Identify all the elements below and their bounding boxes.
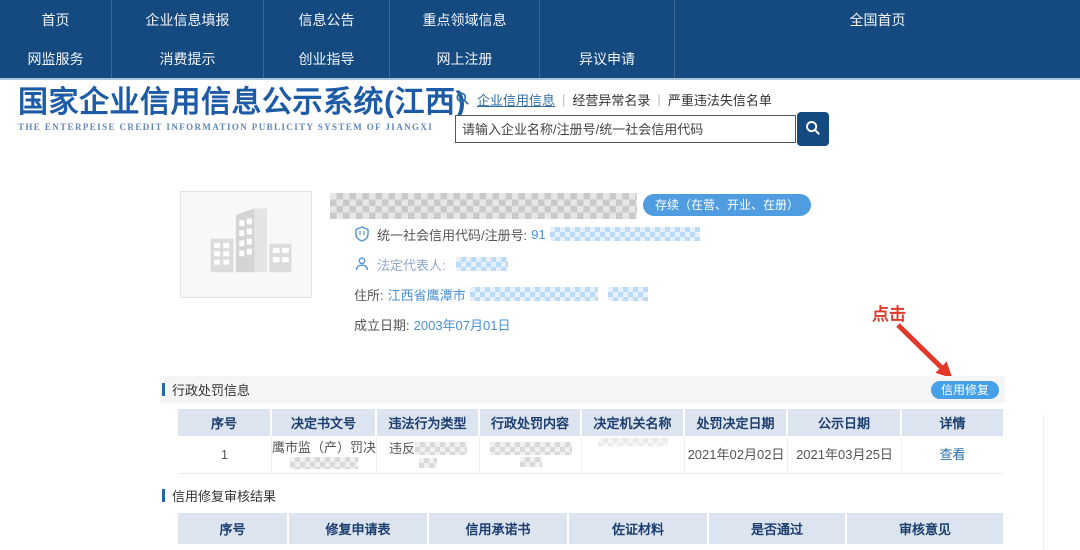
person-icon xyxy=(354,256,370,272)
column-header: 修复申请表 xyxy=(289,513,429,544)
buildings-icon xyxy=(194,200,298,289)
credit-repair-button[interactable]: 信用修复 xyxy=(931,381,999,399)
column-header: 是否通过 xyxy=(709,513,847,544)
credit-code-prefix: 91 xyxy=(531,227,545,242)
section-accent-bar xyxy=(162,383,165,396)
column-header: 处罚决定日期 xyxy=(685,409,788,436)
column-header: 决定书文号 xyxy=(272,409,377,436)
company-image-placeholder xyxy=(180,191,312,298)
founded-line: 成立日期: 2003年07月01日 xyxy=(354,315,510,333)
address-redacted xyxy=(608,287,648,301)
section-accent-bar xyxy=(162,489,165,502)
address-value: 江西省鹰潭市 xyxy=(388,285,466,304)
redacted-block xyxy=(598,438,668,446)
column-header: 违法行为类型 xyxy=(377,409,480,436)
row-seq: 1 xyxy=(221,447,228,462)
nav-item-enterprise-info-filling[interactable]: 企业信息填报 xyxy=(112,0,264,39)
address-line: 住所: 江西省鹰潭市 xyxy=(354,285,648,303)
publicity-date: 2021年03月25日 xyxy=(796,447,893,462)
nav-spacer xyxy=(675,39,1080,78)
site-subtitle: THE ENTERPEISE CREDIT INFORMATION PUBLIC… xyxy=(18,122,466,132)
site-title: 国家企业信用信息公示系统(江西) xyxy=(18,86,466,120)
column-header: 序号 xyxy=(178,513,289,544)
column-header: 行政处罚内容 xyxy=(480,409,582,436)
column-header: 详情 xyxy=(902,409,1003,436)
repair-table-header: 序号 修复申请表 信用承诺书 佐证材料 是否通过 审核意见 xyxy=(178,513,1003,544)
founded-label: 成立日期: xyxy=(354,315,410,334)
nav-item-key-field-info[interactable]: 重点领域信息 xyxy=(390,0,540,39)
legal-rep-redacted xyxy=(456,257,508,271)
penalty-decision-date: 2021年02月02日 xyxy=(688,447,785,462)
shield-icon xyxy=(354,226,370,242)
table-row: 1 鹰市监（产）罚决 违反 2021年02月02日 2021年03月25日 xyxy=(178,436,1003,474)
column-header: 佐证材料 xyxy=(569,513,709,544)
search-category-links: 企业信用信息 | 经营异常名录 | 严重违法失信名单 xyxy=(455,90,772,109)
address-redacted xyxy=(470,287,598,301)
site-logo[interactable]: 国家企业信用信息公示系统(江西) THE ENTERPEISE CREDIT I… xyxy=(18,86,466,132)
redacted-block xyxy=(490,442,572,455)
column-header: 决定机关名称 xyxy=(582,409,685,436)
nav-spacer xyxy=(540,0,675,39)
credit-code-label: 统一社会信用代码/注册号: xyxy=(377,225,527,244)
nav-item-info-announcement[interactable]: 信息公告 xyxy=(264,0,390,39)
link-abnormal-operations-list[interactable]: 经营异常名录 xyxy=(572,90,650,109)
nav-item-online-registration[interactable]: 网上注册 xyxy=(390,39,540,78)
nav-item-startup-guide[interactable]: 创业指导 xyxy=(264,39,390,78)
search-icon xyxy=(804,119,822,140)
company-name-redacted xyxy=(330,193,637,219)
redacted-block xyxy=(520,457,542,467)
column-header: 序号 xyxy=(178,409,272,436)
penalty-section-bar: 行政处罚信息 信用修复 xyxy=(160,376,1005,403)
column-header: 审核意见 xyxy=(847,513,1003,544)
legal-rep-label: 法定代表人: xyxy=(377,255,446,274)
nav-item-consumer-tips[interactable]: 消费提示 xyxy=(112,39,264,78)
separator: | xyxy=(657,92,660,107)
founded-value: 2003年07月01日 xyxy=(414,315,511,334)
nav-item-home[interactable]: 首页 xyxy=(0,0,112,39)
top-navigation: 首页 企业信息填报 信息公告 重点领域信息 全国首页 网监服务 消费提示 创业指… xyxy=(0,0,1080,80)
column-header: 公示日期 xyxy=(788,409,902,436)
legal-rep-line: 法定代表人: xyxy=(354,255,508,273)
credit-code-line: 统一社会信用代码/注册号: 91 xyxy=(354,225,700,243)
decision-doc-no: 鹰市监（产）罚决 xyxy=(272,440,376,455)
separator: | xyxy=(562,92,565,107)
repair-section-title-text: 信用修复审核结果 xyxy=(172,486,276,505)
penalty-section-title: 行政处罚信息 xyxy=(160,380,250,399)
redacted-block xyxy=(419,458,437,468)
column-header: 信用承诺书 xyxy=(429,513,569,544)
page-divider-line xyxy=(1043,415,1044,550)
view-detail-link[interactable]: 查看 xyxy=(939,447,965,462)
redacted-block xyxy=(290,457,358,469)
search-button[interactable] xyxy=(797,112,829,146)
link-enterprise-credit-info[interactable]: 企业信用信息 xyxy=(477,90,555,109)
repair-section-title: 信用修复审核结果 xyxy=(160,486,276,505)
status-badge: 存续（在营、开业、在册） xyxy=(643,194,811,216)
link-serious-violation-list[interactable]: 严重违法失信名单 xyxy=(668,90,772,109)
search-input[interactable] xyxy=(455,115,796,143)
penalty-section-title-text: 行政处罚信息 xyxy=(172,380,250,399)
repair-table: 序号 修复申请表 信用承诺书 佐证材料 是否通过 审核意见 xyxy=(178,513,1003,544)
credit-code-redacted xyxy=(550,227,700,241)
nav-item-market-supervision[interactable]: 网监服务 xyxy=(0,39,112,78)
page: 首页 企业信息填报 信息公告 重点领域信息 全国首页 网监服务 消费提示 创业指… xyxy=(0,0,1080,550)
search-icon xyxy=(455,91,470,109)
nav-item-national-home[interactable]: 全国首页 xyxy=(675,0,1080,39)
penalty-table: 序号 决定书文号 违法行为类型 行政处罚内容 决定机关名称 处罚决定日期 公示日… xyxy=(178,409,1003,474)
penalty-table-header: 序号 决定书文号 违法行为类型 行政处罚内容 决定机关名称 处罚决定日期 公示日… xyxy=(178,409,1003,436)
nav-item-objection-application[interactable]: 异议申请 xyxy=(540,39,675,78)
address-label: 住所: xyxy=(354,285,384,304)
redacted-block xyxy=(415,442,467,455)
violation-type-prefix: 违反 xyxy=(389,441,415,456)
